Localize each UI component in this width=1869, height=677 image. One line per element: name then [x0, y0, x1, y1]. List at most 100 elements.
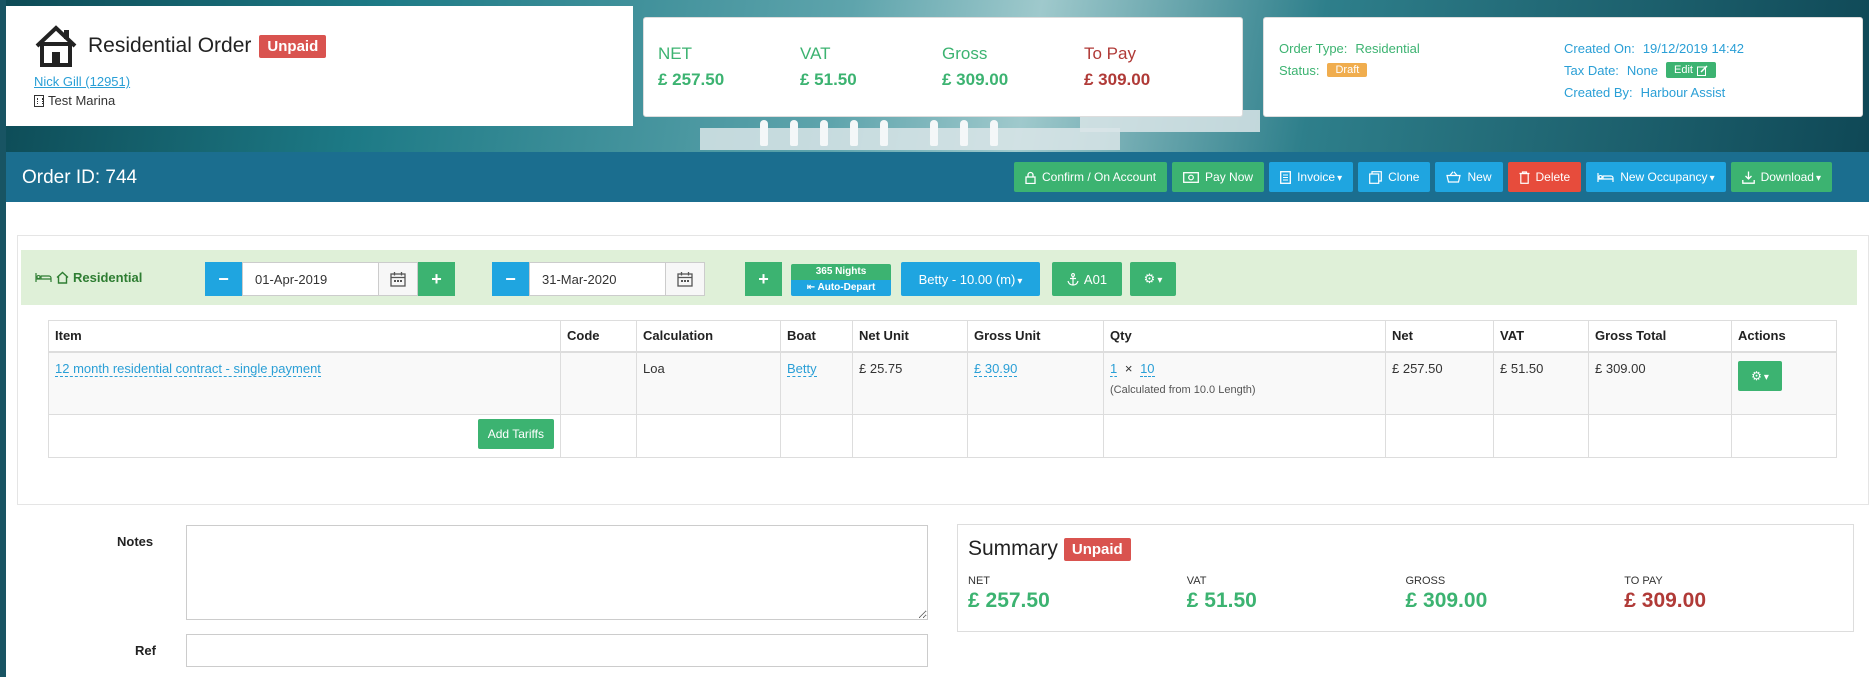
gross-unit-link[interactable]: £ 30.90 — [974, 360, 1018, 377]
boat — [790, 120, 798, 146]
end-date-increment[interactable]: + — [745, 262, 782, 296]
created-by-value: Harbour Assist — [1640, 84, 1726, 100]
boat — [990, 120, 998, 146]
gross-label: Gross — [942, 44, 988, 63]
marina-name: Test Marina — [48, 93, 116, 108]
calendar-icon[interactable] — [665, 263, 704, 295]
calendar-icon[interactable] — [378, 263, 417, 295]
item-link[interactable]: 12 month residential contract - single p… — [55, 360, 321, 377]
topay-value: £ 309.00 — [1084, 70, 1151, 89]
totals-card: NET £ 257.50 VAT £ 51.50 Gross £ 309.00 … — [643, 17, 1243, 117]
qty-multiplier-link[interactable]: 1 — [1110, 360, 1118, 377]
net-unit-cell: £ 25.75 — [852, 351, 968, 415]
col-net-unit: Net Unit — [852, 320, 968, 353]
order-toolbar: Order ID: 744 Confirm / On Account Pay N… — [6, 152, 1869, 202]
boat-select[interactable]: Betty - 10.00 (m) — [901, 262, 1040, 296]
money-icon — [1183, 171, 1199, 183]
tax-date-label: Tax Date: — [1564, 62, 1619, 78]
boat — [880, 120, 888, 146]
tariff-table: Item Code Calculation Boat Net Unit Gros… — [48, 320, 1837, 458]
created-on-row: Created On: 19/12/2019 14:42 — [1564, 39, 1854, 57]
code-cell — [560, 351, 637, 415]
summary-gross: GROSS £ 309.00 — [1406, 575, 1625, 613]
basket-icon — [1446, 171, 1462, 183]
house-icon — [35, 25, 77, 67]
boat — [760, 120, 768, 146]
vat-cell: £ 51.50 — [1493, 351, 1589, 415]
berth-button[interactable]: A01 — [1052, 262, 1122, 296]
auto-depart-label: Auto-Depart — [817, 282, 876, 293]
invoice-label: Invoice — [1297, 170, 1342, 184]
col-item: Item — [48, 320, 561, 353]
col-boat: Boat — [780, 320, 853, 353]
table-row-add: Add Tariffs — [48, 414, 1837, 458]
ref-label: Ref — [135, 643, 156, 658]
end-date-decrement[interactable]: − — [492, 262, 529, 296]
col-qty: Qty — [1103, 320, 1386, 353]
start-date-input[interactable]: 01-Apr-2019 — [242, 262, 418, 296]
delete-button[interactable]: Delete — [1507, 162, 1582, 192]
table-row: 12 month residential contract - single p… — [48, 351, 1837, 415]
qty-length-link[interactable]: 10 — [1140, 360, 1155, 377]
bed-icon — [35, 273, 52, 282]
meta-card: Order Type: Residential Created On: 19/1… — [1263, 17, 1863, 117]
gross-value: £ 309.00 — [942, 70, 1009, 89]
house-icon — [56, 271, 69, 284]
boat — [820, 120, 828, 146]
col-calculation: Calculation — [636, 320, 781, 353]
col-gross-unit: Gross Unit — [967, 320, 1104, 353]
status-badge: Unpaid — [259, 34, 327, 58]
main-panel: Residential − 01-Apr-2019 + − 31-Mar-202… — [6, 202, 1869, 677]
order-type-label: Order Type: — [1279, 40, 1348, 56]
berth-label: A01 — [1083, 271, 1108, 287]
add-tariffs-button[interactable]: Add Tariffs — [477, 419, 554, 449]
confirm-button[interactable]: Confirm / On Account — [1013, 162, 1168, 192]
marina-info: Test Marina — [34, 93, 633, 108]
summary-status-badge: Unpaid — [1063, 537, 1131, 561]
edit-icon — [1696, 64, 1708, 76]
vat-value: £ 51.50 — [800, 70, 857, 89]
col-net: Net — [1385, 320, 1494, 353]
start-date-decrement[interactable]: − — [205, 262, 242, 296]
pay-now-button[interactable]: Pay Now — [1172, 162, 1265, 192]
summary-topay-value: £ 309.00 — [1624, 589, 1706, 612]
booking-settings-button[interactable]: ⚙ — [1130, 262, 1176, 296]
summary-net-value: £ 257.50 — [968, 589, 1050, 612]
edit-tax-date-button[interactable]: Edit — [1666, 62, 1716, 78]
edit-label: Edit — [1674, 64, 1693, 76]
invoice-button[interactable]: Invoice — [1269, 162, 1354, 192]
summary-vat-value: £ 51.50 — [1186, 589, 1257, 612]
gear-icon: ⚙ — [1751, 369, 1769, 383]
created-by-label: Created By: — [1564, 84, 1633, 100]
new-occupancy-button[interactable]: New Occupancy — [1586, 162, 1726, 192]
col-actions: Actions — [1731, 320, 1837, 353]
notes-textarea[interactable] — [186, 525, 928, 620]
summary-gross-value: £ 309.00 — [1405, 589, 1488, 612]
new-button[interactable]: New — [1435, 162, 1503, 192]
customer-link[interactable]: Nick Gill (12951) — [34, 74, 633, 89]
boat-link[interactable]: Betty — [787, 360, 817, 377]
net-label: NET — [658, 44, 692, 63]
start-date-increment[interactable]: + — [418, 262, 455, 296]
summary-net-label: NET — [968, 575, 990, 587]
summary-topay: TO PAY £ 309.00 — [1624, 575, 1843, 613]
clone-button[interactable]: Clone — [1358, 162, 1431, 192]
page-title: Residential Order — [88, 34, 252, 57]
summary-topay-label: TO PAY — [1624, 575, 1663, 587]
booking-bar: Residential − 01-Apr-2019 + − 31-Mar-202… — [21, 250, 1857, 305]
start-date-value: 01-Apr-2019 — [255, 272, 328, 287]
net-value: £ 257.50 — [658, 70, 725, 89]
confirm-label: Confirm / On Account — [1041, 170, 1157, 184]
booking-type: Residential — [35, 270, 142, 285]
vat-label: VAT — [800, 44, 831, 63]
tax-date-value: None — [1626, 62, 1658, 78]
download-button[interactable]: Download — [1730, 162, 1832, 192]
row-actions-button[interactable]: ⚙ — [1738, 360, 1782, 391]
total-gross: Gross £ 309.00 — [942, 44, 1084, 116]
end-date-input[interactable]: 31-Mar-2020 — [529, 262, 705, 296]
ref-input[interactable] — [186, 634, 928, 667]
boat — [930, 120, 938, 146]
auto-depart-badge[interactable]: ⇤ Auto-Depart — [791, 280, 891, 296]
qty-times: × — [1124, 360, 1133, 376]
invoice-icon — [1280, 170, 1292, 184]
